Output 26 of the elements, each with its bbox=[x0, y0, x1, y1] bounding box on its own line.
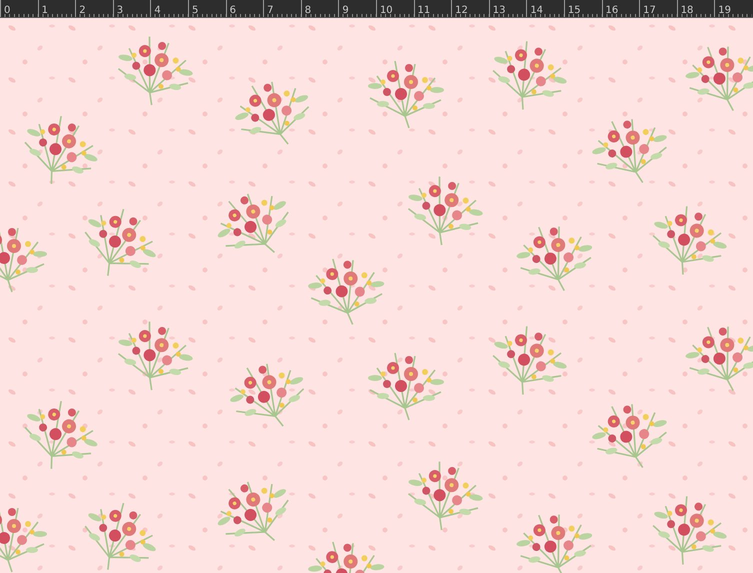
ruler-label: 7 bbox=[267, 5, 274, 16]
ruler-label: 5 bbox=[192, 5, 198, 16]
ruler-label: 14 bbox=[530, 5, 544, 16]
ruler-label: 4 bbox=[154, 5, 161, 16]
ruler-label: 3 bbox=[116, 5, 124, 16]
ruler-label: 6 bbox=[230, 5, 236, 16]
ruler-label: 12 bbox=[455, 5, 468, 16]
flower-bouquet-drawing bbox=[84, 208, 156, 277]
flower-bouquet-drawing bbox=[218, 193, 289, 254]
ruler-label: 16 bbox=[606, 5, 618, 16]
ruler-label: 11 bbox=[418, 5, 430, 16]
ruler-label: 1 bbox=[42, 5, 48, 16]
ruler-label: 13 bbox=[492, 5, 506, 16]
flower-bouquet-drawing bbox=[686, 326, 753, 392]
ruler-label: 8 bbox=[304, 5, 312, 16]
ruler-label: 2 bbox=[79, 5, 86, 16]
flower-bouquet-drawing bbox=[218, 481, 289, 542]
ruler-label: 0 bbox=[4, 5, 10, 16]
flower-bouquet-drawing bbox=[84, 502, 156, 571]
ruler-label: 19 bbox=[718, 5, 732, 16]
ruler-label: 15 bbox=[568, 5, 581, 16]
ruler-label: 10 bbox=[380, 5, 393, 16]
flower-bouquet-drawing bbox=[686, 46, 753, 112]
ruler-label: 9 bbox=[342, 5, 349, 16]
ruler-label: 17 bbox=[643, 5, 656, 16]
ruler-label: 18 bbox=[680, 5, 694, 16]
